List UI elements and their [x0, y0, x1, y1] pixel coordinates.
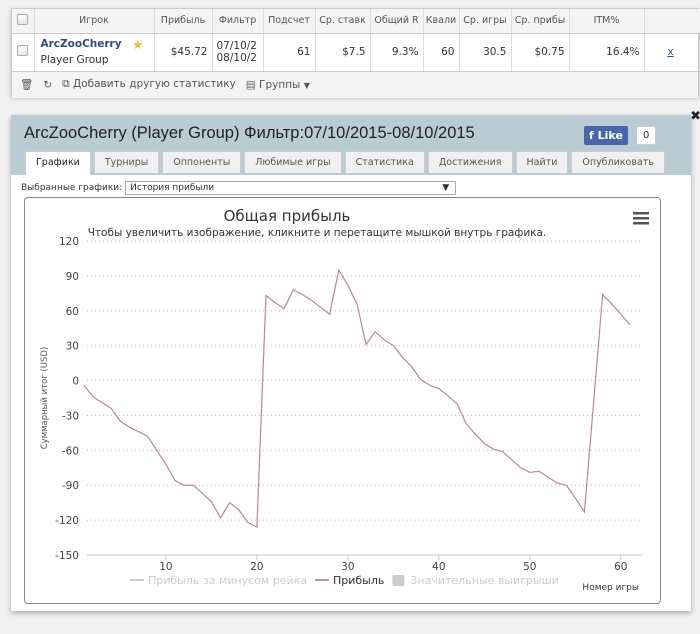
chart-title: Общая прибыль [224, 207, 351, 225]
col-quali[interactable]: Квали [423, 9, 460, 34]
x-tick-label: 50 [523, 561, 536, 573]
y-tick-label: 120 [59, 236, 79, 248]
chart-subtitle: Чтобы увеличить изображение, кликните и … [88, 227, 547, 239]
tab-achievements[interactable]: Достижения [427, 151, 513, 173]
roi-cell: 9.3% [370, 33, 424, 72]
menu-icon[interactable] [633, 212, 649, 225]
profit-chart[interactable]: Общая прибыль Чтобы увеличить изображени… [25, 198, 660, 603]
series-line-profit[interactable] [83, 268, 631, 529]
legend-swatch [392, 575, 405, 586]
facebook-icon: f [589, 129, 594, 142]
select-all-checkbox[interactable] [12, 9, 35, 34]
profit-cell: $45.72 [154, 33, 213, 72]
player-panel: ArcZooCherry (Player Group) Фильтр:07/10… [11, 109, 700, 611]
legend-label: Прибыль [333, 574, 384, 587]
dropdown-arrow-icon: ▼ [442, 183, 450, 193]
remove-row-link[interactable]: x [667, 46, 673, 58]
like-count: 0 [636, 126, 657, 145]
x-tick-label: 40 [432, 561, 445, 573]
refresh-icon[interactable]: ↻ [43, 79, 52, 91]
avg-profit-cell: $0.75 [511, 33, 570, 72]
facebook-like-button[interactable]: f Like [584, 126, 628, 145]
col-avg-stake[interactable]: Ср. ставк [315, 9, 371, 34]
player-group: Player Group [40, 54, 109, 66]
legend-label: Прибыль за минусом рейка [148, 574, 307, 587]
panel-tabs: Графики Турниры Оппоненты Любимые игры С… [25, 151, 665, 175]
add-stat-button[interactable]: ⧉ Добавить другую статистику [62, 78, 236, 91]
dropdown-arrow-icon: ▼ [303, 80, 310, 90]
x-tick-label: 30 [341, 561, 354, 573]
add-icon: ⧉ [62, 78, 70, 90]
col-roi[interactable]: Общий R [370, 9, 424, 34]
tab-find[interactable]: Найти [515, 151, 569, 173]
panel-title: ArcZooCherry (Player Group) Фильтр:07/10… [24, 124, 475, 142]
close-icon[interactable]: ✖ [690, 109, 700, 124]
col-filter[interactable]: Фильтр [212, 9, 264, 34]
filter-from: 07/10/2 [216, 40, 257, 52]
tab-opponents[interactable]: Оппоненты [162, 151, 242, 173]
x-tick-label: 10 [159, 561, 172, 573]
table-header: Игрок Прибыль Фильтр Подсчет Ср. ставк О… [12, 9, 700, 34]
y-tick-label: -60 [62, 445, 79, 457]
quali-cell: 60 [423, 33, 460, 72]
medal-icon: ★ [131, 37, 144, 53]
y-tick-label: 90 [66, 271, 79, 283]
x-axis-label: Номер игры [582, 583, 639, 593]
itm-cell: 16.4% [569, 33, 645, 72]
chart-select-label: Выбранные графики: [21, 183, 123, 193]
col-avg-profit[interactable]: Ср. прибы [511, 9, 570, 34]
legend-label: Значительные выигрыши [410, 574, 558, 587]
y-tick-label: 0 [72, 376, 79, 388]
y-tick-label: -90 [62, 480, 79, 492]
y-tick-label: -30 [62, 410, 79, 422]
groups-icon: ▤ [245, 78, 256, 91]
col-itm[interactable]: ITM% [569, 9, 645, 34]
y-axis-label: Суммарный итог (USD) [40, 347, 50, 450]
col-avg-games[interactable]: Ср. игры [459, 9, 512, 34]
tab-publish[interactable]: Опубликовать [571, 151, 665, 173]
avg-games-cell: 30.5 [459, 33, 512, 72]
avg-stake-cell: $7.5 [315, 33, 371, 72]
y-tick-label: 60 [66, 306, 79, 318]
table-row: ArcZooCherry Player Group ★ $45.72 07/10… [12, 33, 700, 72]
tab-favorite-games[interactable]: Любимые игры [244, 151, 342, 173]
trash-icon[interactable]: 🗑 [20, 78, 33, 91]
col-player[interactable]: Игрок [34, 9, 155, 34]
tab-statistics[interactable]: Статистика [344, 151, 425, 173]
y-tick-label: -120 [55, 515, 79, 527]
y-tick-label: 30 [66, 341, 79, 353]
tab-charts[interactable]: Графики [25, 151, 91, 175]
tab-tournaments[interactable]: Турниры [93, 151, 160, 173]
chart-container[interactable]: Общая прибыль Чтобы увеличить изображени… [24, 197, 661, 604]
x-tick-label: 60 [614, 561, 627, 573]
row-checkbox[interactable] [12, 33, 35, 72]
groups-button[interactable]: ▤ Группы ▼ [246, 79, 310, 91]
legend-item[interactable]: Прибыль [314, 574, 384, 587]
col-count[interactable]: Подсчет [263, 9, 316, 34]
col-profit[interactable]: Прибыль [154, 9, 213, 34]
y-tick-label: -150 [55, 550, 79, 562]
legend-item[interactable]: Прибыль за минусом рейка [130, 574, 307, 587]
stats-table-panel: Игрок Прибыль Фильтр Подсчет Ср. ставк О… [11, 8, 700, 98]
stats-table: Игрок Прибыль Фильтр Подсчет Ср. ставк О… [12, 9, 700, 72]
count-cell: 61 [263, 33, 316, 72]
legend-item[interactable]: Значительные выигрыши [392, 574, 559, 587]
chart-select[interactable]: История прибыли ▼ [125, 181, 457, 195]
table-toolbar: 🗑 ↻ ⧉ Добавить другую статистику ▤ Групп… [12, 71, 698, 98]
filter-to: 08/10/2 [216, 52, 257, 64]
x-tick-label: 20 [250, 561, 263, 573]
panel-header: ArcZooCherry (Player Group) Фильтр:07/10… [11, 109, 700, 175]
